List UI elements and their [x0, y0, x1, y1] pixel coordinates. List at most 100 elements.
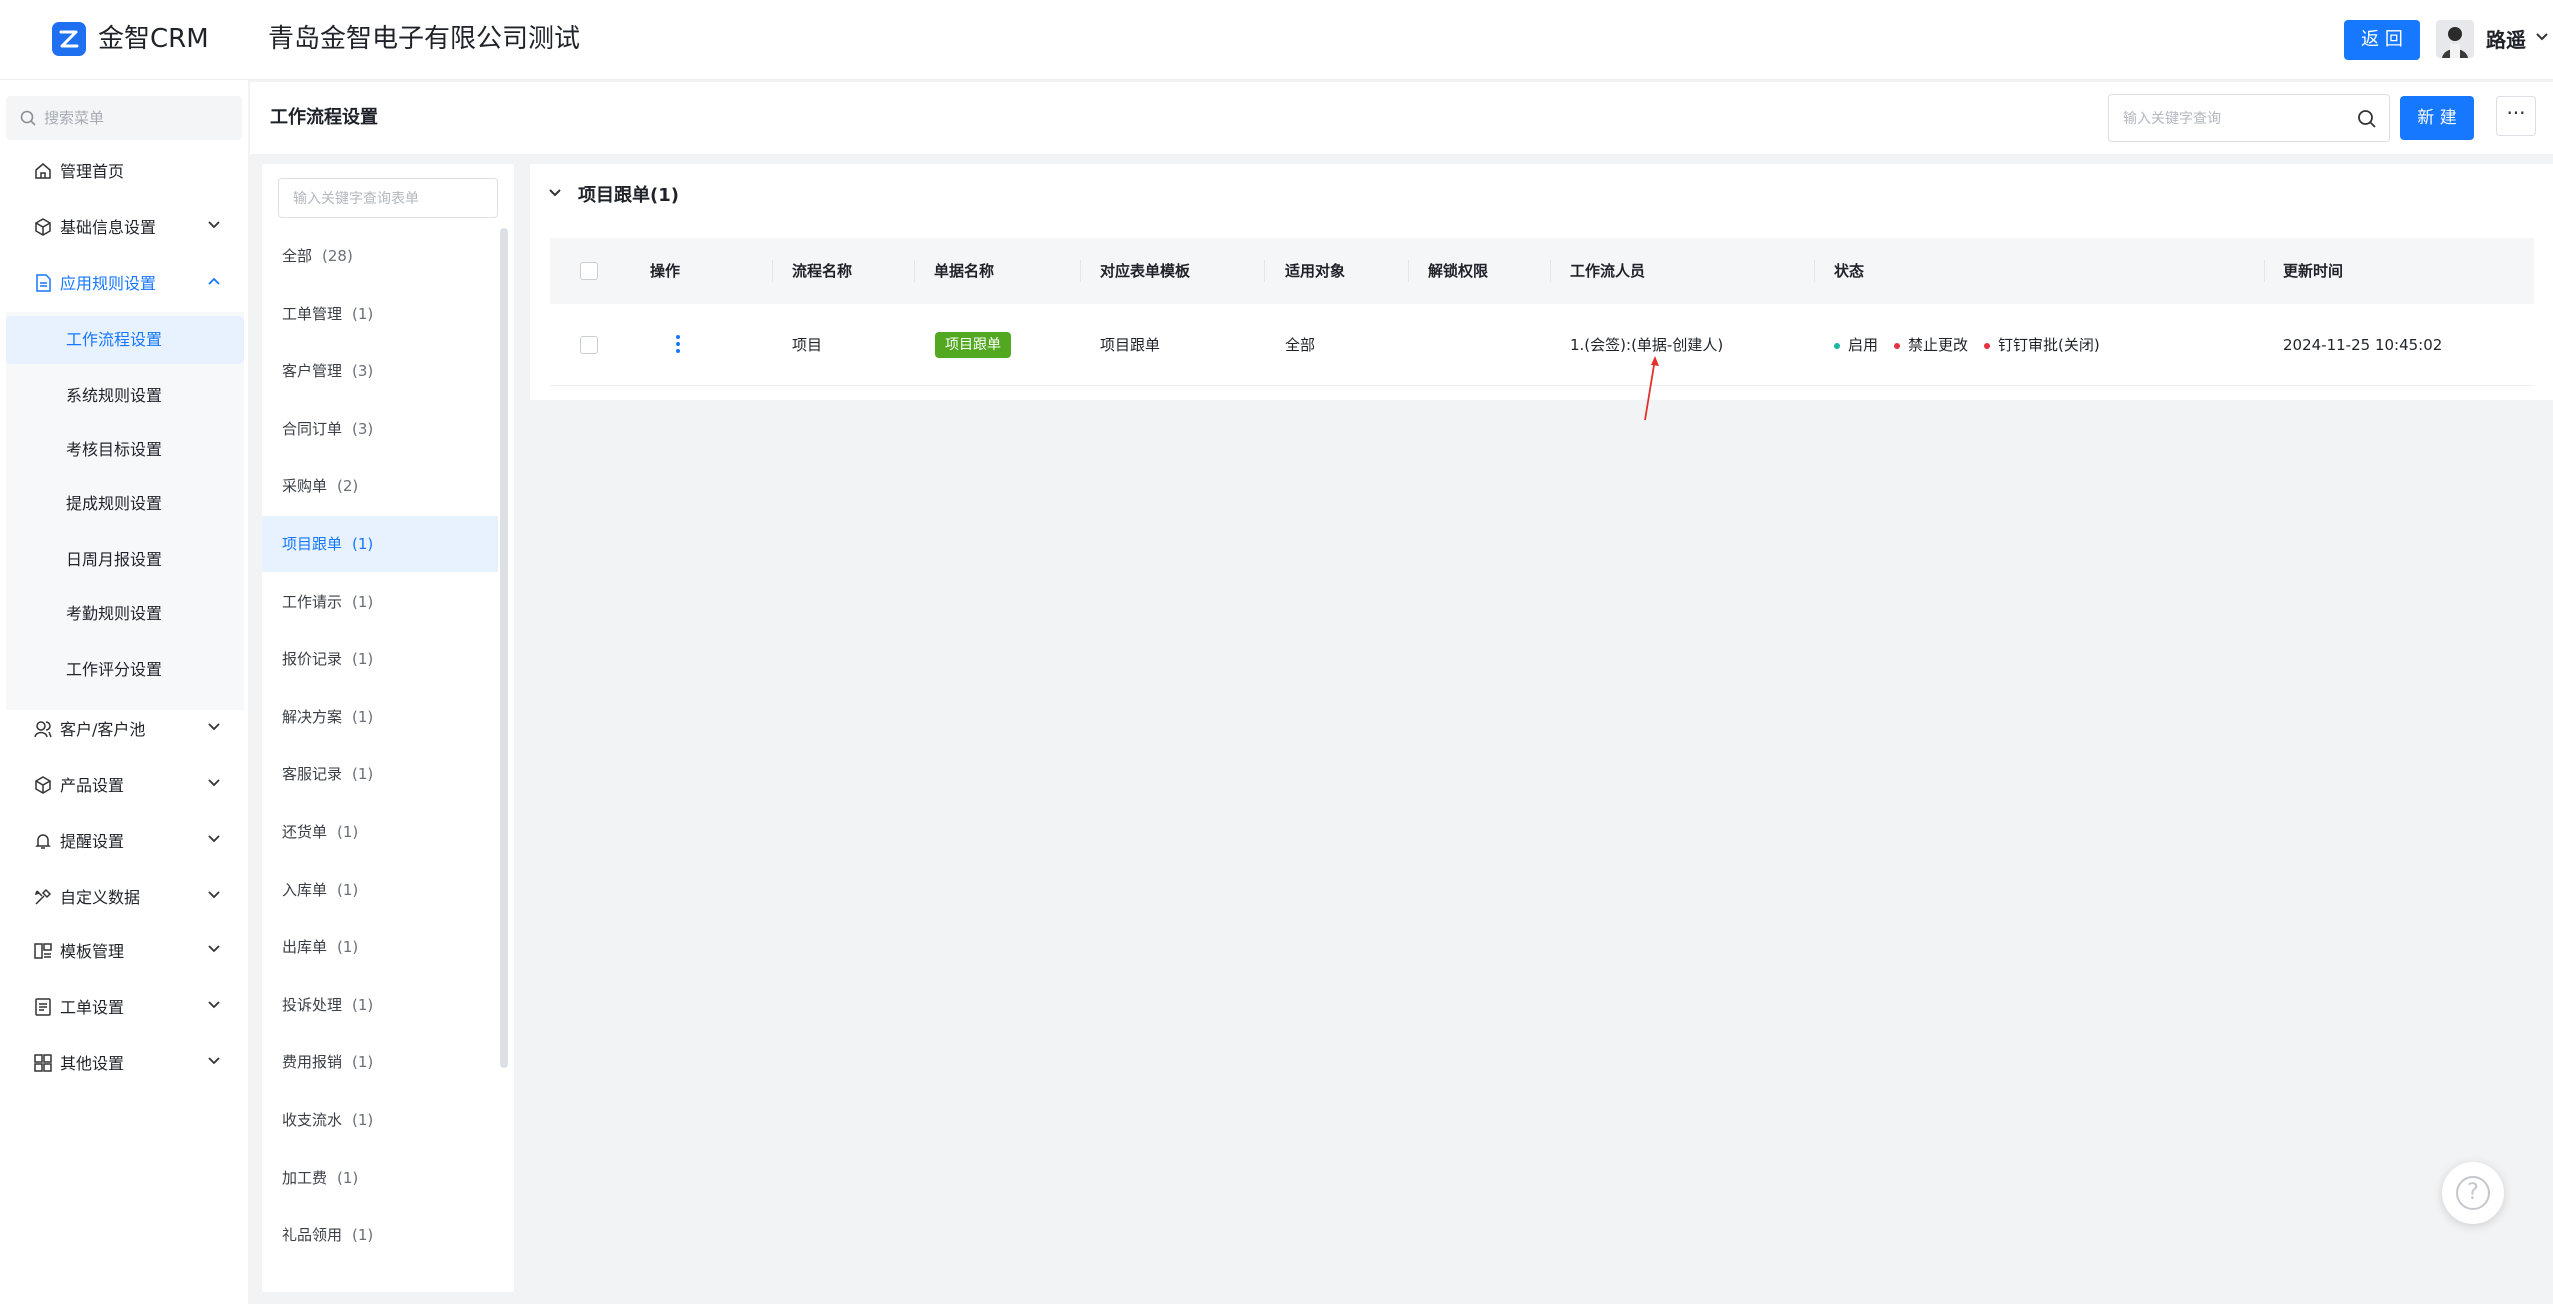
sidebar-item-label: 自定义数据 [60, 888, 141, 907]
category-label: 采购单 [282, 477, 328, 496]
category-item[interactable]: 费用报销 (1) [262, 1034, 498, 1090]
workflow-section: 项目跟单(1) 操作 流程名称 单据名称 对应表单模板 适用对象 解锁权限 工作… [530, 164, 2553, 400]
column-header: 操作 [650, 262, 681, 280]
annotation-arrow [1644, 356, 1659, 421]
new-button[interactable]: 新 建 [2400, 96, 2474, 140]
sidebar-item-home[interactable]: 管理首页 [0, 148, 248, 196]
category-item[interactable]: 采购单 (2) [262, 458, 498, 514]
sidebar-item-reminders[interactable]: 提醒设置 [0, 818, 248, 866]
sidebar-item-templates[interactable]: 模板管理 [0, 928, 248, 976]
sidebar-item-other[interactable]: 其他设置 [0, 1040, 248, 1088]
sidebar-item-app-rules[interactable]: 应用规则设置 [0, 260, 248, 308]
page-title: 工作流程设置 [270, 107, 378, 128]
category-count: (1) [352, 304, 374, 323]
sidebar-item-label: 应用规则设置 [60, 274, 157, 293]
category-item[interactable]: 工作请示 (1) [262, 574, 498, 630]
sidebar-item-customers[interactable]: 客户/客户池 [0, 706, 248, 754]
box-icon [35, 776, 51, 794]
category-label: 工作请示 [282, 592, 343, 611]
keyword-search-input[interactable]: 输入关键字查询 [2108, 94, 2390, 142]
chevron-down-icon[interactable] [548, 188, 562, 198]
form-icon [35, 998, 51, 1016]
category-text: 项目跟单 (1) [282, 534, 373, 554]
status-item: 禁止更改 [1894, 336, 1968, 354]
category-count: (1) [337, 823, 359, 841]
menu-search-input[interactable]: 搜索菜单 [6, 96, 242, 140]
category-item[interactable]: 报价记录 (1) [262, 631, 498, 687]
category-count: (2) [337, 477, 359, 496]
category-count: (1) [352, 650, 374, 669]
category-count: (1) [352, 1053, 374, 1072]
table-row[interactable]: 项目 项目跟单 项目跟单 全部 1.(会签):(单据-创建人) 启用 禁止更改 钉钉… [550, 304, 2534, 386]
category-item[interactable]: 合同订单 (3) [262, 401, 498, 457]
column-divider [2264, 260, 2265, 282]
category-item[interactable]: 收支流水 (1) [262, 1092, 498, 1148]
sidebar-sub-scoring[interactable]: 工作评分设置 [6, 646, 244, 694]
sidebar-sub-attendance[interactable]: 考勤规则设置 [6, 590, 244, 638]
sidebar-item-basic-info[interactable]: 基础信息设置 [0, 204, 248, 252]
back-button[interactable]: 返 回 [2344, 20, 2420, 60]
chevron-down-icon [208, 891, 220, 899]
help-button[interactable]: ? [2442, 1162, 2504, 1224]
chevron-down-icon [208, 723, 220, 731]
category-item[interactable]: 加工费 (1) [262, 1150, 498, 1206]
column-header: 单据名称 [934, 262, 995, 280]
table-header: 操作 流程名称 单据名称 对应表单模板 适用对象 解锁权限 工作流人员 状态 更… [550, 238, 2534, 304]
sidebar-sub-assessment[interactable]: 考核目标设置 [6, 426, 244, 474]
category-text: 入库单 (1) [282, 880, 358, 900]
select-all-checkbox[interactable] [580, 262, 598, 280]
category-item[interactable]: 全部 (28) [262, 228, 498, 284]
chevron-down-icon[interactable] [2535, 32, 2549, 42]
sidebar-sub-workflow[interactable]: 工作流程设置 [6, 316, 244, 364]
row-checkbox[interactable] [580, 336, 598, 354]
chevron-down-icon [208, 779, 220, 787]
category-item[interactable]: 项目跟单 (1) [262, 516, 498, 572]
category-count: (1) [352, 765, 374, 784]
category-item[interactable]: 解决方案 (1) [262, 689, 498, 745]
form-search-input[interactable]: 输入关键字查询表单 [278, 178, 498, 218]
category-text: 投诉处理 (1) [282, 995, 373, 1015]
search-icon[interactable] [2357, 109, 2377, 129]
category-item[interactable]: 出库单 (1) [262, 919, 498, 975]
category-label: 还货单 [282, 823, 328, 841]
search-placeholder: 输入关键字查询 [2123, 111, 2221, 127]
sidebar-item-label: 客户/客户池 [60, 720, 146, 739]
category-count: (1) [352, 995, 374, 1014]
category-item[interactable]: 客服记录 (1) [262, 746, 498, 802]
sidebar-sub-reports[interactable]: 日周月报设置 [6, 536, 244, 584]
sidebar-sub-label: 日周月报设置 [66, 550, 163, 569]
sidebar-sub-label: 工作流程设置 [66, 330, 163, 349]
category-text: 礼品领用 (1) [282, 1225, 373, 1245]
category-item[interactable]: 礼品领用 (1) [262, 1207, 498, 1263]
category-item[interactable]: 工单管理 (1) [262, 286, 498, 342]
scrollbar[interactable] [500, 228, 508, 1068]
category-item[interactable]: 入库单 (1) [262, 862, 498, 918]
user-name[interactable]: 路遥 [2486, 24, 2526, 56]
category-item[interactable]: 客户管理 (3) [262, 343, 498, 399]
category-text: 工作请示 (1) [282, 592, 373, 612]
category-item[interactable]: 投诉处理 (1) [262, 977, 498, 1033]
category-text: 报价记录 (1) [282, 649, 373, 669]
category-text: 出库单 (1) [282, 937, 358, 957]
workflow-staff-cell: 1.(会签):(单据-创建人) [1570, 336, 1724, 354]
category-label: 费用报销 [282, 1053, 343, 1072]
sidebar-item-products[interactable]: 产品设置 [0, 762, 248, 810]
sidebar-sub-label: 提成规则设置 [66, 494, 163, 513]
chevron-down-icon [208, 1057, 220, 1065]
sidebar-sub-commission[interactable]: 提成规则设置 [6, 480, 244, 528]
category-item[interactable]: 还货单 (1) [262, 804, 498, 860]
status-label: 禁止更改 [1908, 336, 1969, 354]
more-vertical-icon[interactable] [675, 334, 681, 354]
category-text: 合同订单 (3) [282, 419, 373, 439]
column-header: 对应表单模板 [1100, 262, 1191, 280]
avatar[interactable] [2436, 20, 2474, 58]
sidebar-item-work-orders[interactable]: 工单设置 [0, 984, 248, 1032]
more-button[interactable]: ··· [2496, 96, 2536, 136]
sidebar-item-custom-data[interactable]: 自定义数据 [0, 874, 248, 922]
sidebar-sub-label: 工作评分设置 [66, 660, 163, 679]
home-icon [35, 163, 51, 179]
sidebar-sub-system-rules[interactable]: 系统规则设置 [6, 372, 244, 420]
category-label: 解决方案 [282, 707, 343, 726]
menu-search-placeholder: 搜索菜单 [44, 109, 105, 127]
logo-text: 金智CRM [98, 24, 209, 54]
